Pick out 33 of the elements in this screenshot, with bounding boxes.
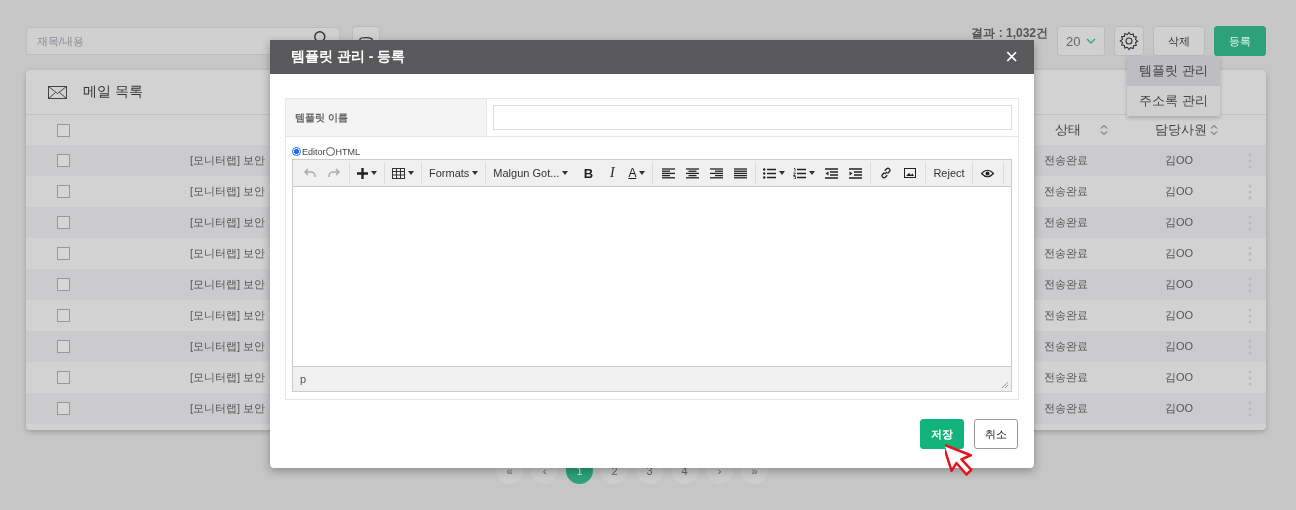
status-cell: 전송완료 — [1044, 340, 1088, 352]
mail-title: [모니터랩] 보안 — [190, 309, 266, 321]
status-cell: 전송완료 — [1044, 309, 1088, 321]
status-cell: 전송완료 — [1044, 185, 1088, 197]
owner-cell: 김OO — [1164, 247, 1194, 259]
owner-cell: 김OO — [1164, 340, 1194, 352]
owner-cell: 김OO — [1164, 216, 1194, 228]
mail-title: [모니터랩] 보안 — [190, 185, 266, 197]
mail-title: [모니터랩] 보안 — [190, 340, 266, 352]
mail-title: [모니터랩] 보안 — [190, 216, 266, 228]
mail-title: [모니터랩] 보안 — [190, 278, 266, 290]
status-cell: 전송완료 — [1044, 154, 1088, 166]
column-header: 담당사원 — [1155, 121, 1207, 139]
mail-title: [모니터랩] 보안 — [190, 402, 266, 414]
column-header: 상태 — [1055, 121, 1081, 139]
owner-cell: 김OO — [1164, 154, 1194, 166]
element-path: p — [300, 373, 307, 385]
status-cell: 전송완료 — [1044, 371, 1088, 383]
field-label: 템플릿 이름 — [286, 99, 487, 136]
owner-cell: 김OO — [1164, 309, 1194, 321]
owner-cell: 김OO — [1164, 371, 1194, 383]
owner-cell: 김OO — [1164, 278, 1194, 290]
result-count: 결과 : 1,032건 — [971, 25, 1048, 42]
status-cell: 전송완료 — [1044, 247, 1088, 259]
owner-cell: 김OO — [1164, 402, 1194, 414]
card-title: 메일 목록 — [83, 83, 143, 101]
status-cell: 전송완료 — [1044, 278, 1088, 290]
status-cell: 전송완료 — [1044, 402, 1088, 414]
status-cell: 전송완료 — [1044, 216, 1088, 228]
owner-cell: 김OO — [1164, 185, 1194, 197]
mail-title: [모니터랩] 보안 — [190, 247, 266, 259]
mail-title: [모니터랩] 보안 — [190, 154, 266, 166]
mail-title: [모니터랩] 보안 — [190, 371, 266, 383]
